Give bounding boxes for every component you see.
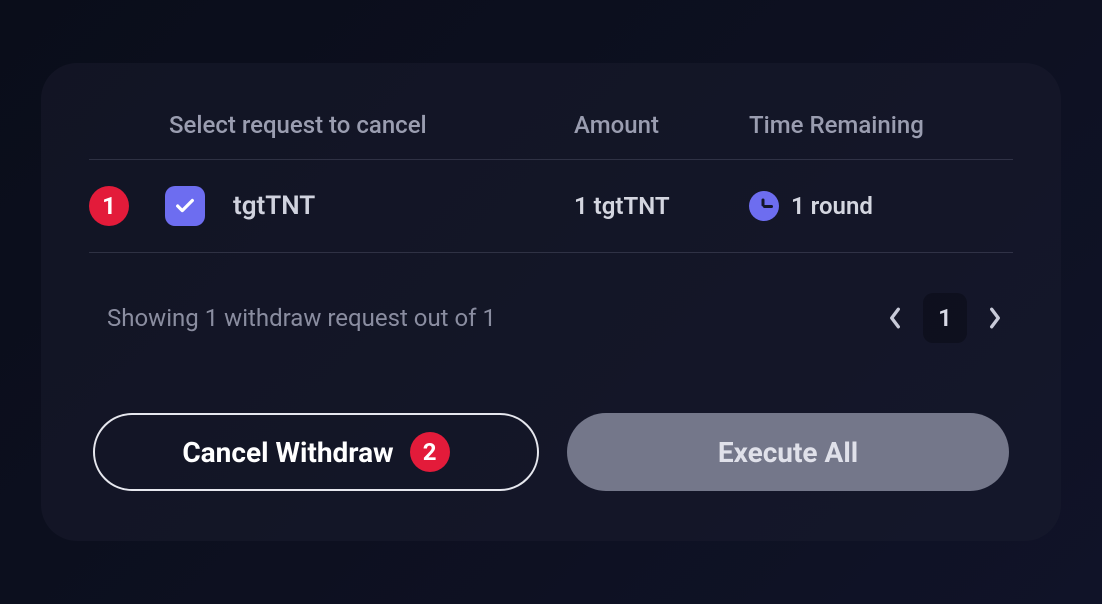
- header-amount: Amount: [574, 111, 749, 139]
- pager: 1: [877, 293, 1013, 343]
- row-token-name: tgtTNT: [233, 191, 315, 221]
- chevron-left-icon: [888, 307, 902, 329]
- execute-all-label: Execute All: [718, 436, 858, 469]
- pager-row: Showing 1 withdraw request out of 1 1: [89, 253, 1013, 343]
- pager-status: Showing 1 withdraw request out of 1: [107, 304, 496, 332]
- actions-row: Cancel Withdraw 2 Execute All: [89, 413, 1013, 491]
- table-header: Select request to cancel Amount Time Rem…: [89, 111, 1013, 160]
- annotation-badge-1: 1: [89, 186, 129, 226]
- row-time: 1 round: [749, 191, 1013, 221]
- pager-prev-button[interactable]: [877, 296, 913, 340]
- annotation-badge-2: 2: [410, 432, 450, 472]
- chevron-right-icon: [988, 307, 1002, 329]
- execute-all-button[interactable]: Execute All: [567, 413, 1009, 491]
- check-icon: [174, 195, 196, 217]
- pager-page-number[interactable]: 1: [923, 293, 967, 343]
- row-select-cell: 1 tgtTNT: [89, 186, 574, 226]
- table-row: 1 tgtTNT 1 tgtTNT 1 round: [89, 160, 1013, 253]
- row-checkbox[interactable]: [165, 186, 205, 226]
- withdraw-requests-panel: Select request to cancel Amount Time Rem…: [41, 63, 1061, 541]
- cancel-withdraw-label: Cancel Withdraw: [182, 436, 393, 469]
- pager-next-button[interactable]: [977, 296, 1013, 340]
- cancel-withdraw-button[interactable]: Cancel Withdraw 2: [93, 413, 539, 491]
- row-time-text: 1 round: [791, 192, 873, 220]
- header-select: Select request to cancel: [169, 111, 574, 139]
- clock-icon: [749, 191, 779, 221]
- header-time: Time Remaining: [749, 111, 1013, 139]
- row-amount: 1 tgtTNT: [574, 192, 749, 220]
